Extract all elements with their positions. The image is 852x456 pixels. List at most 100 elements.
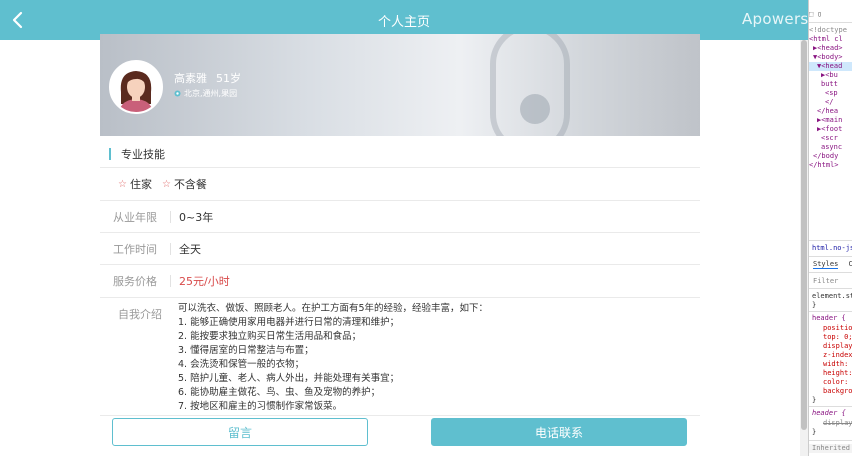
detail-row-work-time: 工作时间 全天 <box>100 233 700 265</box>
devtools-panel: ⬚ ▯ <!doctype <html cl ▶<head> ▼<body> ▼… <box>808 0 852 456</box>
section-accent-bar <box>109 147 111 160</box>
css-line: element.st <box>812 292 852 300</box>
intro-label: 自我介绍 <box>118 308 162 321</box>
dom-node[interactable]: async <box>809 143 852 152</box>
intro-line: 3. 懂得居室的日常整洁与布置； <box>178 345 314 356</box>
css-line: color: <box>823 378 849 386</box>
inherited-label: Inherited fro <box>809 444 852 453</box>
profile-name: 高素雅 <box>174 72 207 85</box>
dom-node[interactable]: ▶<bu <box>809 71 852 80</box>
dom-node[interactable]: <!doctype <box>809 26 852 35</box>
skills-section-header: 专业技能 <box>100 140 700 168</box>
skill-tag: ☆ 不含餐 <box>162 176 207 192</box>
intro-body: 可以洗衣、做饭、照顾老人。在护工方面有5年的经验，经验丰富，如下： 1. 能够正… <box>178 302 688 414</box>
intro-line: 4. 会洗烫和保管一般的衣物； <box>178 359 305 370</box>
css-line: width: <box>823 360 849 368</box>
devtools-divider <box>809 256 852 257</box>
row-divider <box>170 242 171 255</box>
page-title: 个人主页 <box>377 14 430 30</box>
dom-node[interactable]: <sp <box>809 89 852 98</box>
css-line: positio <box>823 324 852 332</box>
devtools-divider <box>809 288 852 289</box>
self-introduction: 自我介绍 可以洗衣、做饭、照顾老人。在护工方面有5年的经验，经验丰富，如下： 1… <box>100 298 700 416</box>
intro-line: 1. 能够正确使用家用电器并进行日常的清理和维护； <box>178 317 400 328</box>
price-value: 25元/小时 <box>179 275 230 288</box>
banner-decor-dot <box>520 94 550 124</box>
css-line: height: <box>823 369 852 377</box>
app-root: 个人主页 Apowersoft 高素雅 51岁 北京,通州,果园 专业技能 ☆ … <box>0 0 852 456</box>
detail-row-experience: 从业年限 0~3年 <box>100 201 700 233</box>
skill-tags: ☆ 住家 ☆ 不含餐 <box>118 176 207 192</box>
skill-tag-label: 住家 <box>129 178 152 191</box>
dom-node[interactable]: </ <box>809 98 852 107</box>
css-line: } <box>812 396 817 404</box>
profile-location: 北京,通州,果园 <box>174 88 237 99</box>
row-divider <box>170 210 171 223</box>
css-line: header { <box>812 409 846 417</box>
intro-line: 2. 能按要求独立购买日常生活用品和食品； <box>178 331 362 342</box>
css-line: backgro <box>823 387 852 395</box>
css-line: header { <box>812 314 846 322</box>
dom-node[interactable]: ▶<foot <box>809 125 852 134</box>
dom-breadcrumb[interactable]: html.no-js <box>809 244 852 253</box>
styles-filter-input[interactable]: Filter <box>809 277 852 286</box>
dom-node[interactable]: <scr <box>809 134 852 143</box>
inspect-icon[interactable]: ⬚ <box>809 10 813 18</box>
dom-node-selected[interactable]: ▼<head <box>809 62 852 71</box>
device-toggle-icon[interactable]: ▯ <box>817 10 821 18</box>
devtools-divider <box>809 22 852 23</box>
dom-node[interactable]: </html> <box>809 161 852 170</box>
detail-value: 全天 <box>179 242 201 256</box>
dom-node[interactable]: </body <box>809 152 852 161</box>
devtools-divider <box>809 272 852 273</box>
devtools-divider <box>809 406 852 407</box>
dom-node[interactable]: ▶<main <box>809 116 852 125</box>
location-pin-icon <box>174 90 181 96</box>
intro-line: 6. 能协助雇主做花、鸟、虫、鱼及宠物的养护； <box>178 387 381 398</box>
css-line: top: 0; <box>823 333 852 341</box>
css-line: display <box>823 419 852 427</box>
intro-line: 可以洗衣、做饭、照顾老人。在护工方面有5年的经验，经验丰富，如下： <box>178 303 489 314</box>
call-button[interactable]: 电话联系 <box>431 418 687 446</box>
scrollbar-thumb[interactable] <box>801 40 807 430</box>
back-button[interactable] <box>6 8 30 32</box>
skill-tag: ☆ 住家 <box>118 176 152 192</box>
profile-age: 51岁 <box>216 72 241 85</box>
avatar-illustration-icon <box>111 62 161 112</box>
profile-banner: 高素雅 51岁 北京,通州,果园 <box>100 34 700 136</box>
css-line: } <box>812 428 817 436</box>
dom-node[interactable]: ▶<head> <box>809 44 852 53</box>
dom-node[interactable]: ▼<body> <box>809 53 852 62</box>
devtools-divider <box>809 240 852 241</box>
skills-heading: 专业技能 <box>121 147 165 161</box>
tab-computed[interactable]: C <box>849 260 852 268</box>
css-line: } <box>812 301 817 309</box>
star-icon: ☆ <box>118 178 127 190</box>
dom-node[interactable]: <html cl <box>809 35 852 44</box>
skill-tag-label: 不含餐 <box>173 178 207 191</box>
dom-node[interactable]: </hea <box>809 107 852 116</box>
devtools-toolbar[interactable]: ⬚ ▯ <box>809 10 852 19</box>
detail-row-price: 服务价格 25元/小时 <box>100 265 700 298</box>
chevron-left-icon <box>12 11 23 29</box>
detail-label: 从业年限 <box>113 210 157 224</box>
css-line: z-index <box>823 351 852 359</box>
tab-styles[interactable]: Styles <box>813 260 839 269</box>
star-icon: ☆ <box>161 178 171 190</box>
css-line: display <box>823 342 852 350</box>
devtools-divider <box>809 311 852 312</box>
intro-line: 5. 陪护儿童、老人、病人外出，并能处理有关事宜； <box>178 373 400 384</box>
devtools-divider <box>809 440 852 441</box>
action-bar: 留言 电话联系 <box>100 416 700 456</box>
row-divider <box>170 275 171 287</box>
styles-tabs: Styles C <box>809 260 852 269</box>
page-scrollbar[interactable] <box>800 40 808 456</box>
avatar <box>109 60 163 114</box>
detail-value: 0~3年 <box>179 210 214 224</box>
detail-label: 服务价格 <box>113 275 157 288</box>
dom-node[interactable]: butt <box>809 80 852 89</box>
location-text: 北京,通州,果园 <box>184 89 238 98</box>
message-button[interactable]: 留言 <box>112 418 368 446</box>
intro-line: 7. 按地区和雇主的习惯制作家常饭菜。 <box>178 401 343 412</box>
detail-label: 工作时间 <box>113 242 157 256</box>
